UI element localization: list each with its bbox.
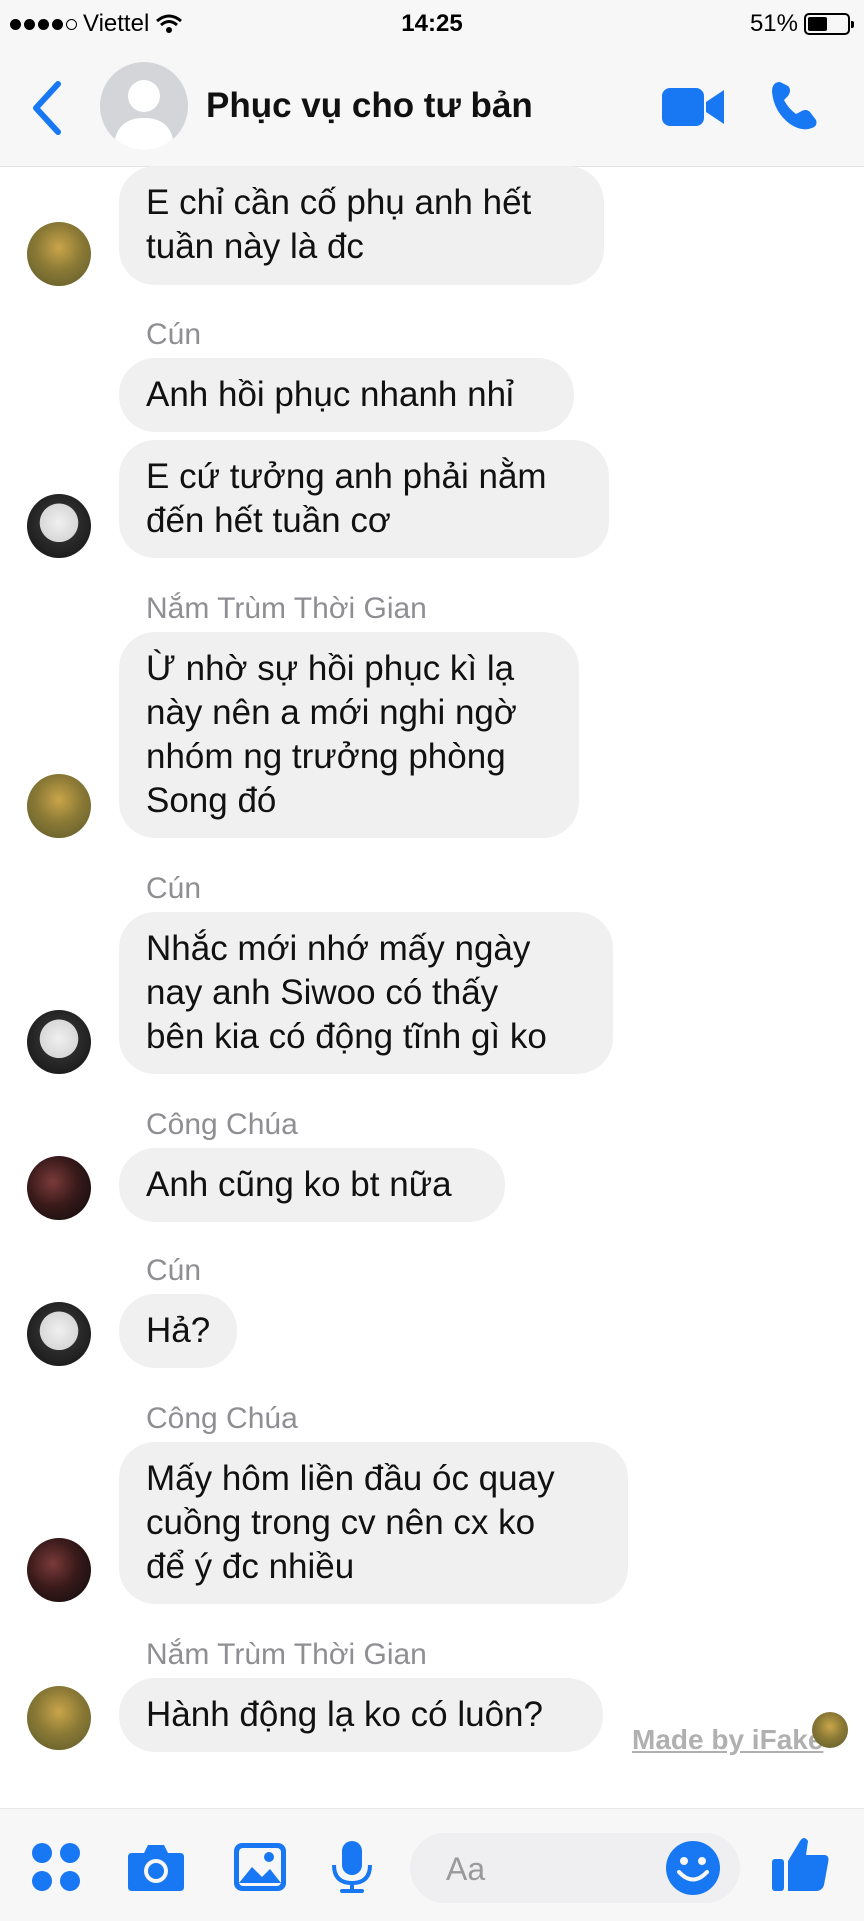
gallery-icon[interactable] xyxy=(232,1839,288,1895)
sender-avatar[interactable] xyxy=(27,494,91,558)
sender-avatar[interactable] xyxy=(27,222,91,286)
back-chevron-icon[interactable] xyxy=(28,78,68,138)
group-avatar[interactable] xyxy=(100,62,188,150)
video-call-icon[interactable] xyxy=(662,84,724,130)
chat-header: Phục vụ cho tư bản xyxy=(0,52,864,167)
clock: 14:25 xyxy=(401,10,463,37)
watermark: Made by iFake xyxy=(632,1724,824,1755)
sender-name: Cún xyxy=(146,872,202,905)
battery-fill xyxy=(808,17,827,31)
camera-icon[interactable] xyxy=(128,1839,184,1895)
phone-call-icon[interactable] xyxy=(766,78,822,134)
battery-percent: 51% xyxy=(749,10,798,37)
sender-avatar[interactable] xyxy=(27,1010,91,1074)
message-composer: Aa xyxy=(0,1808,864,1921)
input-placeholder: Aa xyxy=(446,1851,486,1887)
thumbs-up-icon[interactable] xyxy=(770,1833,832,1895)
chat-title[interactable]: Phục vụ cho tư bản xyxy=(206,86,533,126)
sender-name: Cún xyxy=(146,1254,202,1287)
sender-avatar[interactable] xyxy=(27,1156,91,1220)
read-receipt-avatar xyxy=(812,1712,848,1748)
default-user-icon xyxy=(114,80,174,150)
sender-avatar[interactable] xyxy=(27,1538,91,1602)
battery-area: 51% xyxy=(749,10,854,38)
status-bar: Viettel 14:25 51% xyxy=(0,0,864,52)
sender-name: Nắm Trùm Thời Gian xyxy=(146,1638,427,1671)
message-bubble[interactable]: E cứ tưởng anh phải nằm đến hết tuần cơ xyxy=(119,440,609,558)
sender-avatar[interactable] xyxy=(27,1302,91,1366)
message-bubble[interactable]: Anh cũng ko bt nữa xyxy=(119,1148,505,1222)
message-bubble[interactable]: Anh hồi phục nhanh nhỉ xyxy=(119,358,574,432)
message-bubble[interactable]: Mấy hôm liền đầu óc quay cuồng trong cv … xyxy=(119,1442,628,1604)
sender-name: Nắm Trùm Thời Gian xyxy=(146,592,427,625)
sender-name: Cún xyxy=(146,318,202,351)
emoji-icon[interactable] xyxy=(664,1839,722,1897)
message-bubble[interactable]: Nhắc mới nhớ mấy ngày nay anh Siwoo có t… xyxy=(119,912,613,1074)
sender-name: Công Chúa xyxy=(146,1108,298,1141)
battery-icon xyxy=(804,13,854,35)
message-bubble[interactable]: Ừ nhờ sự hồi phục kì lạ này nên a mới ng… xyxy=(119,632,579,838)
sender-name: Công Chúa xyxy=(146,1402,298,1435)
sender-avatar[interactable] xyxy=(27,1686,91,1750)
message-bubble[interactable]: Hả? xyxy=(119,1294,237,1368)
message-bubble[interactable]: Hành động lạ ko có luôn? xyxy=(119,1678,603,1752)
apps-grid-icon[interactable] xyxy=(28,1839,84,1895)
sender-avatar[interactable] xyxy=(27,774,91,838)
message-bubble[interactable]: E chỉ cần cố phụ anh hết tuần này là đc xyxy=(119,166,604,285)
microphone-icon[interactable] xyxy=(324,1839,380,1895)
